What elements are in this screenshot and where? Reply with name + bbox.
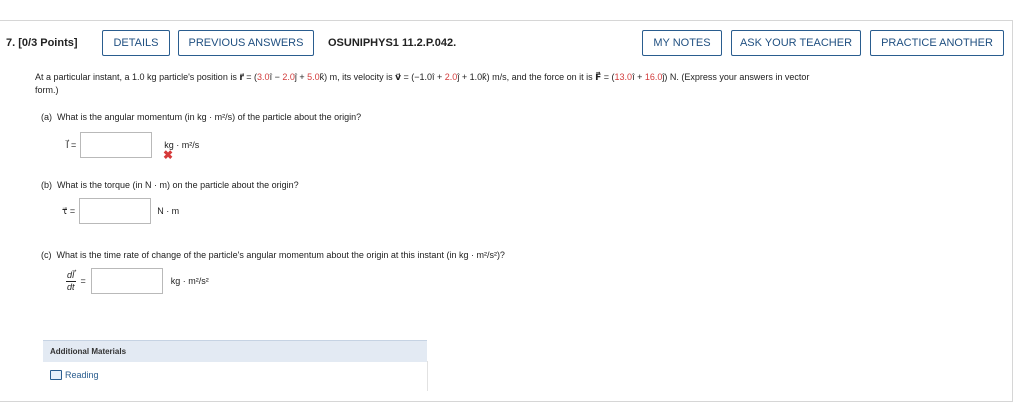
part-question-text: What is the torque (in N · m) on the par… — [57, 180, 299, 190]
question-header: 7. [0/3 Points] DETAILS PREVIOUS ANSWERS… — [0, 21, 1013, 65]
part-b-question: (b) What is the torque (in N · m) on the… — [41, 180, 299, 190]
fraction-denominator: dt — [67, 281, 75, 292]
velocity-y-value: 2.0 — [444, 72, 458, 82]
rate-of-change-fraction: dl⃗ dt — [66, 270, 76, 293]
part-label: (a) — [41, 112, 52, 122]
force-y-value: 16.0 — [644, 72, 663, 82]
practice-another-button[interactable]: PRACTICE ANOTHER — [870, 30, 1004, 56]
rate-of-change-input[interactable] — [90, 268, 163, 294]
problem-text: form.) — [35, 85, 59, 95]
problem-text: ĵ + — [294, 72, 308, 82]
problem-statement: At a particular instant, a 1.0 kg partic… — [35, 71, 992, 97]
problem-text: = ( — [243, 72, 258, 82]
torque-input[interactable] — [79, 198, 152, 224]
book-icon — [50, 370, 62, 380]
position-y-value: 2.0 — [282, 72, 295, 82]
problem-text: At a particular instant, a 1.0 kg partic… — [35, 72, 240, 82]
problem-text: ĵ) N. (Express your answers in vector — [662, 72, 810, 82]
my-notes-button[interactable]: MY NOTES — [642, 30, 722, 56]
torque-symbol: τ⃗ = — [62, 205, 76, 216]
fraction-numerator: dl⃗ — [66, 269, 76, 282]
position-x-value: 3.0 — [257, 72, 270, 82]
problem-text: k̂) m, its velocity is — [319, 72, 396, 82]
part-question-text: What is the time rate of change of the p… — [56, 250, 505, 260]
question-number: 7. [0/3 Points] — [6, 37, 78, 49]
details-button[interactable]: DETAILS — [102, 30, 170, 56]
angular-momentum-symbol: l⃗ = — [66, 139, 77, 150]
torque-unit: N · m — [157, 206, 180, 216]
additional-materials-header: Additional Materials — [43, 340, 427, 362]
part-a-question: (a) What is the angular momentum (in kg … — [41, 112, 361, 122]
part-c-question: (c) What is the time rate of change of t… — [41, 250, 505, 260]
problem-text: = (−1.0î + — [401, 72, 445, 82]
angular-momentum-input[interactable] — [80, 132, 153, 158]
part-label: (b) — [41, 180, 52, 190]
problem-text: î + — [632, 72, 645, 82]
part-a-answer-row: l⃗ = kg · m²/s — [66, 132, 199, 158]
position-z-value: 5.0 — [307, 72, 320, 82]
part-b-answer-row: τ⃗ = N · m — [62, 198, 179, 224]
reading-link-label: Reading — [65, 370, 99, 380]
question-id: OSUNIPHYS1 11.2.P.042. — [328, 37, 457, 49]
force-x-value: 13.0 — [614, 72, 633, 82]
equals-sign: = — [80, 276, 86, 286]
part-label: (c) — [41, 250, 52, 260]
incorrect-x-icon: ✖ — [163, 148, 174, 162]
part-c-answer-row: dl⃗ dt = kg · m²/s² — [66, 268, 209, 294]
part-question-text: What is the angular momentum (in kg · m²… — [57, 112, 362, 122]
previous-answers-button[interactable]: PREVIOUS ANSWERS — [178, 30, 314, 56]
reading-link[interactable]: Reading — [50, 370, 99, 380]
rate-of-change-unit: kg · m²/s² — [170, 276, 209, 286]
problem-text: ĵ + 1.0k̂) m/s, and the force on it is — [457, 72, 596, 82]
materials-box-border — [43, 361, 428, 391]
problem-text: = ( — [601, 72, 615, 82]
ask-teacher-button[interactable]: ASK YOUR TEACHER — [731, 30, 861, 56]
problem-text: î − — [269, 72, 283, 82]
question-panel: 7. [0/3 Points] DETAILS PREVIOUS ANSWERS… — [0, 20, 1013, 402]
